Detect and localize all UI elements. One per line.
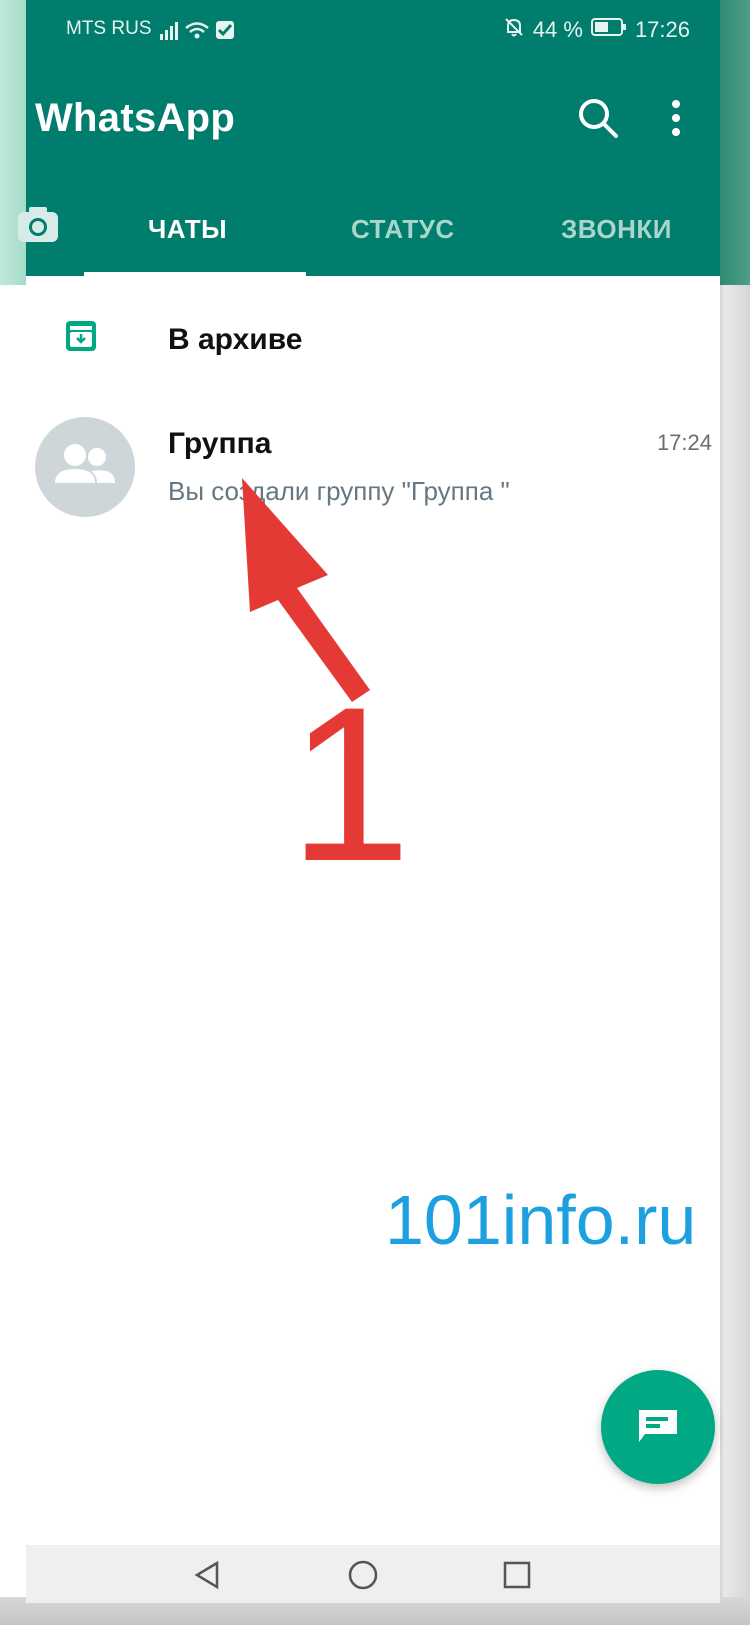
new-chat-icon [639,1410,677,1442]
annotation-arrow: 1 [242,478,411,900]
recents-icon[interactable] [501,1559,533,1596]
home-icon[interactable] [347,1559,379,1596]
back-icon[interactable] [191,1559,223,1596]
watermark-text: 101info.ru [385,1181,697,1259]
annotation-number: 1 [289,661,411,900]
new-chat-button[interactable] [601,1370,715,1484]
system-nav-bar [26,1545,720,1603]
